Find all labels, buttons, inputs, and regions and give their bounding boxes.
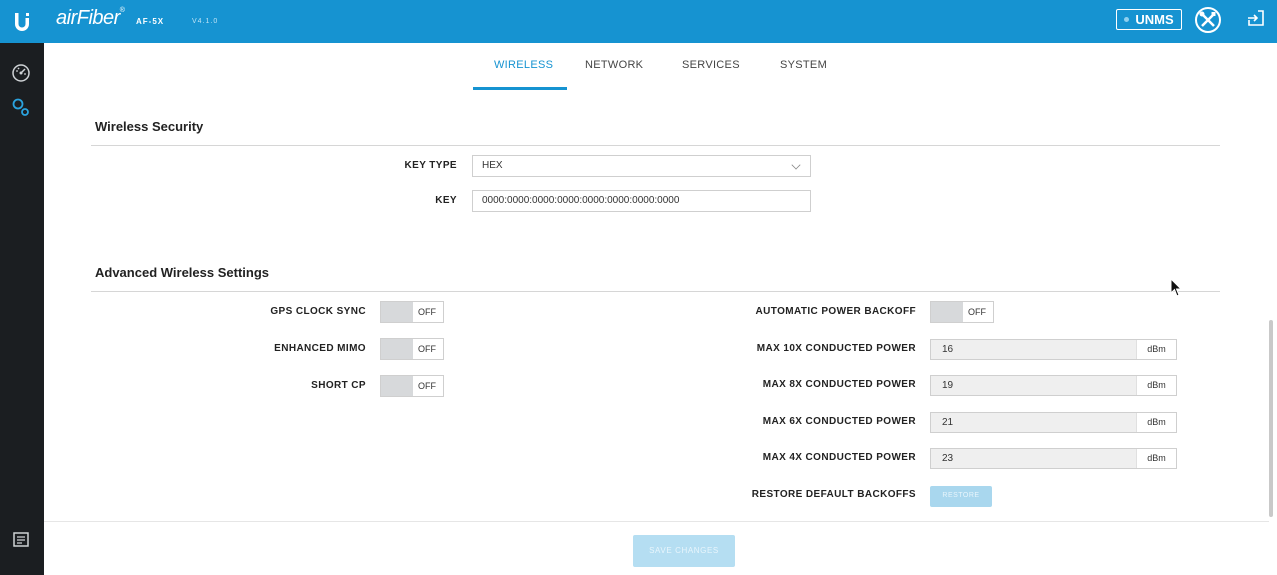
max-4x-power-input[interactable]: 23 dBm bbox=[930, 448, 1177, 469]
power-value: 16 bbox=[942, 344, 954, 355]
section-divider bbox=[91, 145, 1220, 146]
gps-clock-sync-toggle[interactable]: OFF bbox=[380, 301, 444, 323]
power-unit: dBm bbox=[1136, 376, 1176, 395]
section-divider bbox=[91, 291, 1220, 292]
key-type-select[interactable]: HEX bbox=[472, 155, 811, 177]
ubiquiti-logo[interactable] bbox=[0, 0, 44, 43]
max-10x-power-label: MAX 10X CONDUCTED POWER bbox=[756, 343, 916, 354]
enhanced-mimo-label: ENHANCED MIMO bbox=[274, 343, 366, 354]
sidebar bbox=[0, 43, 44, 575]
toggle-state: OFF bbox=[418, 307, 436, 317]
settings-tabs: WIRELESS NETWORK SERVICES SYSTEM bbox=[44, 43, 1277, 90]
unms-status-dot bbox=[1124, 17, 1130, 22]
auto-power-backoff-toggle[interactable]: OFF bbox=[930, 301, 994, 323]
max-4x-power-label: MAX 4X CONDUCTED POWER bbox=[762, 452, 916, 463]
power-unit: dBm bbox=[1136, 449, 1176, 468]
chevron-down-icon bbox=[791, 160, 801, 170]
short-cp-toggle[interactable]: OFF bbox=[380, 375, 444, 397]
key-type-label: KEY TYPE bbox=[404, 160, 457, 171]
key-input[interactable]: 0000:0000:0000:0000:0000:0000:0000:0000 bbox=[472, 190, 811, 212]
save-changes-button[interactable]: SAVE CHANGES bbox=[633, 535, 735, 567]
logout-icon[interactable] bbox=[1246, 8, 1266, 28]
key-label: KEY bbox=[435, 195, 457, 206]
gps-clock-sync-label: GPS CLOCK SYNC bbox=[270, 306, 366, 317]
max-6x-power-label: MAX 6X CONDUCTED POWER bbox=[762, 416, 916, 427]
toggle-knob bbox=[381, 302, 413, 322]
tab-services[interactable]: SERVICES bbox=[682, 59, 740, 71]
key-type-value: HEX bbox=[482, 160, 503, 171]
power-unit: dBm bbox=[1136, 413, 1176, 432]
toggle-state: OFF bbox=[968, 307, 986, 317]
section-title-advanced-wireless: Advanced Wireless Settings bbox=[95, 265, 269, 280]
toggle-state: OFF bbox=[418, 344, 436, 354]
mouse-cursor-icon bbox=[1170, 277, 1184, 298]
power-value: 23 bbox=[942, 453, 954, 464]
enhanced-mimo-toggle[interactable]: OFF bbox=[380, 338, 444, 360]
dashboard-icon[interactable] bbox=[9, 61, 33, 85]
section-title-wireless-security: Wireless Security bbox=[95, 119, 204, 134]
tab-system[interactable]: SYSTEM bbox=[780, 59, 827, 71]
toggle-knob bbox=[381, 339, 413, 359]
max-10x-power-input[interactable]: 16 dBm bbox=[930, 339, 1177, 360]
scrollbar[interactable] bbox=[1269, 320, 1273, 517]
unms-label: UNMS bbox=[1135, 12, 1174, 27]
restore-button[interactable]: RESTORE bbox=[930, 486, 992, 507]
settings-icon[interactable] bbox=[9, 96, 33, 120]
active-tab-indicator bbox=[473, 87, 567, 90]
tab-network[interactable]: NETWORK bbox=[585, 59, 643, 71]
tab-wireless[interactable]: WIRELESS bbox=[494, 59, 553, 71]
log-icon[interactable] bbox=[9, 528, 33, 552]
auto-power-backoff-label: AUTOMATIC POWER BACKOFF bbox=[755, 306, 916, 317]
top-bar: airFiber® AF-5X V4.1.0 UNMS bbox=[0, 0, 1277, 43]
toggle-state: OFF bbox=[418, 381, 436, 391]
firmware-version: V4.1.0 bbox=[192, 18, 219, 25]
airfiber-logo: airFiber® bbox=[56, 7, 125, 29]
tools-icon[interactable] bbox=[1193, 5, 1223, 35]
power-unit: dBm bbox=[1136, 340, 1176, 359]
short-cp-label: SHORT CP bbox=[311, 380, 366, 391]
toggle-knob bbox=[931, 302, 963, 322]
footer-divider bbox=[44, 521, 1269, 522]
unms-button[interactable]: UNMS bbox=[1116, 9, 1182, 30]
max-8x-power-input[interactable]: 19 dBm bbox=[930, 375, 1177, 396]
power-value: 21 bbox=[942, 417, 954, 428]
power-value: 19 bbox=[942, 380, 954, 391]
restore-default-backoffs-label: RESTORE DEFAULT BACKOFFS bbox=[751, 489, 916, 500]
max-6x-power-input[interactable]: 21 dBm bbox=[930, 412, 1177, 433]
device-model: AF-5X bbox=[136, 17, 165, 26]
toggle-knob bbox=[381, 376, 413, 396]
max-8x-power-label: MAX 8X CONDUCTED POWER bbox=[762, 379, 916, 390]
